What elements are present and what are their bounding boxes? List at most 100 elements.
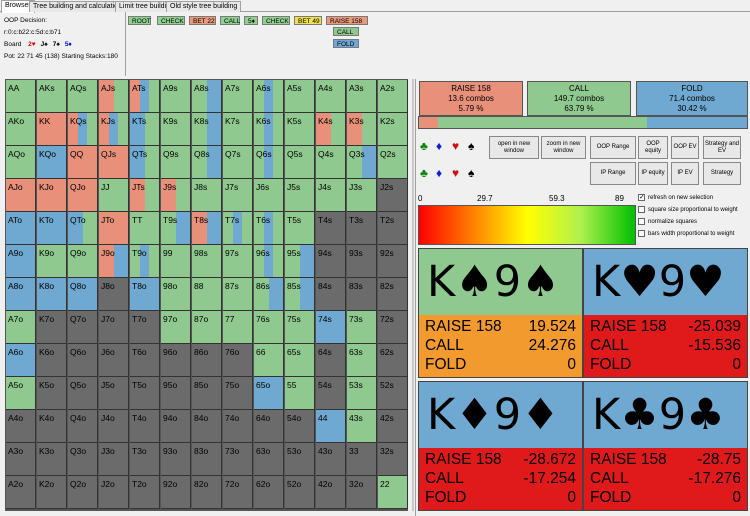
hand-cell[interactable]: TT	[130, 212, 160, 245]
hand-cell[interactable]: 54o	[285, 410, 315, 443]
hand-cell[interactable]: T7s	[223, 212, 253, 245]
hand-cell[interactable]: AQs	[68, 80, 98, 113]
combo-panel-kh9h[interactable]: K♥9♥ RAISE 158 -25.039 CALL -15.536 FOLD 0	[583, 248, 748, 378]
hand-cell[interactable]: Q2s	[378, 146, 408, 179]
hand-cell[interactable]: K7o	[37, 311, 67, 344]
hand-cell[interactable]: JTo	[99, 212, 129, 245]
hand-cell[interactable]: 64o	[254, 410, 284, 443]
hand-cell[interactable]: J9o	[99, 245, 129, 278]
hand-cell[interactable]: K2s	[378, 113, 408, 146]
hand-cell[interactable]: K8o	[37, 278, 67, 311]
hand-cell[interactable]: K9s	[161, 113, 191, 146]
oop-equity-button[interactable]: OOP equity	[638, 136, 668, 159]
ip-range-button[interactable]: IP Range	[590, 162, 636, 185]
checkbox-unchecked[interactable]	[638, 230, 645, 237]
hand-cell[interactable]: Q7s	[223, 146, 253, 179]
hand-cell[interactable]: 44	[316, 410, 346, 443]
hand-cell[interactable]: T6o	[130, 344, 160, 377]
zoom-new-window-button[interactable]: zoom in new window	[541, 136, 586, 159]
hand-cell[interactable]: T7o	[130, 311, 160, 344]
hand-cell[interactable]: 73o	[223, 443, 253, 476]
hand-cell[interactable]: ATo	[6, 212, 36, 245]
hand-cell[interactable]: 42o	[316, 476, 346, 509]
hand-cell[interactable]: J3o	[99, 443, 129, 476]
option-checkbox[interactable]: normalize squares	[638, 216, 697, 227]
hand-cell[interactable]: A5s	[285, 80, 315, 113]
hand-cell[interactable]: AJo	[6, 179, 36, 212]
hand-cell[interactable]: Q8s	[192, 146, 222, 179]
hand-cell[interactable]: AQo	[6, 146, 36, 179]
hand-cell[interactable]: 92o	[161, 476, 191, 509]
hand-cell[interactable]: A4o	[6, 410, 36, 443]
hand-cell[interactable]: 65s	[285, 344, 315, 377]
hand-cell[interactable]: 86s	[254, 278, 284, 311]
hand-cell[interactable]: 96s	[254, 245, 284, 278]
hand-cell[interactable]: J5s	[285, 179, 315, 212]
club-filter-icon[interactable]: ♣	[420, 167, 428, 179]
tree-node[interactable]: BET 49	[294, 16, 322, 25]
hand-cell[interactable]: 98o	[161, 278, 191, 311]
hand-cell[interactable]: 65o	[254, 377, 284, 410]
hand-cell[interactable]: 75o	[223, 377, 253, 410]
hand-cell[interactable]: KQs	[68, 113, 98, 146]
hand-cell[interactable]: 73s	[347, 311, 377, 344]
hand-cell[interactable]: A7o	[6, 311, 36, 344]
hand-cell[interactable]: A3o	[6, 443, 36, 476]
hand-cell[interactable]: J2s	[378, 179, 408, 212]
hand-cell[interactable]: 32o	[347, 476, 377, 509]
hand-cell[interactable]: 76o	[223, 344, 253, 377]
hand-cell[interactable]: K3s	[347, 113, 377, 146]
hand-cell[interactable]: 85s	[285, 278, 315, 311]
combo-panel-ks9s[interactable]: K♠9♠ RAISE 158 19.524 CALL 24.276 FOLD 0	[418, 248, 583, 378]
hand-cell[interactable]: A5o	[6, 377, 36, 410]
hand-cell[interactable]: T4o	[130, 410, 160, 443]
hand-cell[interactable]: Q8o	[68, 278, 98, 311]
spade-filter-icon[interactable]: ♠	[468, 140, 474, 152]
hand-cell[interactable]: A4s	[316, 80, 346, 113]
hand-cell[interactable]: K6s	[254, 113, 284, 146]
hand-cell[interactable]: K6o	[37, 344, 67, 377]
tree-node[interactable]: FOLD	[333, 39, 359, 48]
diamond-filter-icon[interactable]: ♦	[436, 167, 442, 179]
hand-cell[interactable]: QJo	[68, 179, 98, 212]
hand-cell[interactable]: J6o	[99, 344, 129, 377]
tab-old-style-tree[interactable]: Old style tree building	[166, 1, 242, 12]
hand-cell[interactable]: K4o	[37, 410, 67, 443]
hand-cell[interactable]: 88	[192, 278, 222, 311]
hand-cell[interactable]: 64s	[316, 344, 346, 377]
checkbox-checked[interactable]: ✓	[638, 194, 645, 201]
hand-cell[interactable]: 74s	[316, 311, 346, 344]
hand-cell[interactable]: Q7o	[68, 311, 98, 344]
oop-range-button[interactable]: OOP Range	[590, 136, 636, 159]
hand-cell[interactable]: 72o	[223, 476, 253, 509]
hand-cell[interactable]: Q9o	[68, 245, 98, 278]
tree-node[interactable]: 5♦	[244, 16, 258, 25]
hand-cell[interactable]: 95s	[285, 245, 315, 278]
hand-cell[interactable]: 95o	[161, 377, 191, 410]
hand-cell[interactable]: 93o	[161, 443, 191, 476]
hand-cell[interactable]: 42s	[378, 410, 408, 443]
hand-cell[interactable]: A3s	[347, 80, 377, 113]
hand-cell[interactable]: 72s	[378, 311, 408, 344]
hand-cell[interactable]: T9s	[161, 212, 191, 245]
hand-cell[interactable]: KTo	[37, 212, 67, 245]
hand-cell[interactable]: 33	[347, 443, 377, 476]
hand-cell[interactable]: T8s	[192, 212, 222, 245]
splitter[interactable]	[412, 79, 414, 511]
hand-cell[interactable]: Q3s	[347, 146, 377, 179]
ip-equity-button[interactable]: IP equity	[638, 162, 668, 185]
hand-cell[interactable]: 99	[161, 245, 191, 278]
action-summary-box[interactable]: FOLD 71.4 combos 30.42 %	[636, 81, 748, 116]
hand-cell[interactable]: A7s	[223, 80, 253, 113]
tree-node[interactable]: ROOT	[128, 16, 151, 25]
hand-cell[interactable]: Q9s	[161, 146, 191, 179]
hand-cell[interactable]: 94s	[316, 245, 346, 278]
hand-cell[interactable]: 83s	[347, 278, 377, 311]
hand-cell[interactable]: A2o	[6, 476, 36, 509]
hand-cell[interactable]: QQ	[68, 146, 98, 179]
hand-cell[interactable]: Q3o	[68, 443, 98, 476]
hand-cell[interactable]: J7s	[223, 179, 253, 212]
hand-cell[interactable]: 98s	[192, 245, 222, 278]
hand-cell[interactable]: T2s	[378, 212, 408, 245]
tree-node[interactable]: CALL	[220, 16, 240, 25]
